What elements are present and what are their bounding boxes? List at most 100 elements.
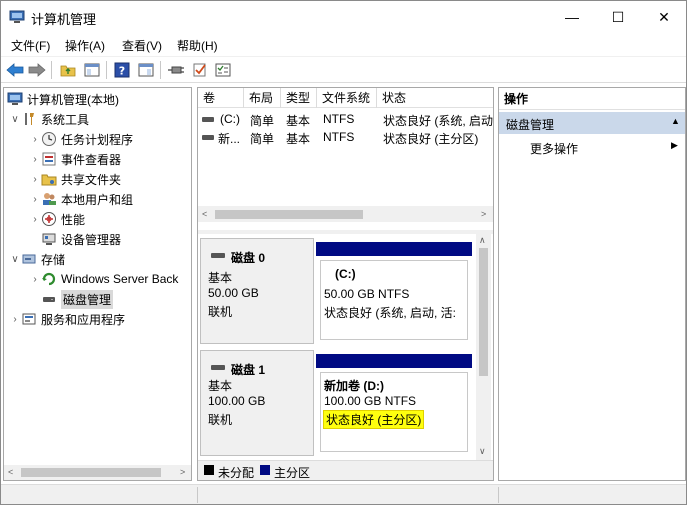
volume-layout: 简单	[250, 114, 275, 128]
tree-item-label: 磁盘管理	[61, 289, 114, 309]
column-header-volume[interactable]: 卷	[198, 88, 244, 108]
computer-management-icon	[9, 10, 25, 23]
expand-arrow-icon[interactable]: ›	[29, 194, 41, 205]
tree-item-services-applications[interactable]: › 服务和应用程序	[9, 309, 125, 329]
disk-icon	[211, 253, 225, 258]
menu-view[interactable]: 查看(V)	[122, 37, 162, 54]
volume-type: 基本	[286, 114, 311, 128]
expand-arrow-icon[interactable]: ›	[29, 174, 41, 185]
performance-icon	[42, 212, 56, 226]
shared-folder-icon	[41, 174, 57, 186]
status-separator	[498, 487, 499, 503]
show-hide-tree-button[interactable]	[82, 60, 102, 80]
users-icon	[43, 193, 56, 205]
disk-0-partition-c[interactable]: (C:) 50.00 GB NTFS 状态良好 (系统, 启动, 活:	[316, 238, 472, 344]
tree-item-system-tools[interactable]: ∨ 系统工具	[9, 109, 89, 129]
forward-button[interactable]	[27, 60, 47, 80]
tree-item-shared-folders[interactable]: › 共享文件夹	[29, 169, 121, 189]
volume-row[interactable]: (C:) 简单 基本 NTFS 状态良好 (系统, 启动	[198, 110, 493, 128]
expand-arrow-icon[interactable]: ›	[9, 314, 21, 325]
partition-details[interactable]: 新加卷 (D:) 100.00 GB NTFS 状态良好 (主分区)	[320, 372, 468, 452]
disk-1-label[interactable]: 磁盘 1 基本 100.00 GB 联机	[200, 350, 314, 456]
volume-layout: 简单	[250, 132, 275, 146]
disk-1-partition-d[interactable]: 新加卷 (D:) 100.00 GB NTFS 状态良好 (主分区)	[316, 350, 472, 456]
scroll-up-arrow-icon[interactable]: ∧	[479, 235, 486, 246]
scrollbar-thumb[interactable]	[479, 248, 488, 376]
tree-item-label: 存储	[41, 252, 66, 267]
scrollbar-thumb[interactable]	[215, 210, 363, 219]
tree-item-task-scheduler[interactable]: › 任务计划程序	[29, 129, 133, 149]
action-pane-button[interactable]	[136, 60, 156, 80]
action-more-actions[interactable]: 更多操作 ▶	[499, 136, 685, 158]
tree-item-device-manager[interactable]: 设备管理器	[41, 229, 121, 249]
tree-item-disk-management[interactable]: 磁盘管理	[41, 289, 114, 309]
tree-item-local-users-groups[interactable]: › 本地用户和组	[29, 189, 133, 209]
help-button[interactable]: ?	[112, 60, 132, 80]
scroll-right-arrow-icon[interactable]: >	[481, 209, 486, 219]
expand-arrow-icon[interactable]: ›	[29, 274, 41, 285]
tree-horizontal-scrollbar[interactable]: < >	[4, 465, 191, 480]
collapse-arrow-icon[interactable]: ∨	[9, 114, 21, 125]
tree-item-event-viewer[interactable]: › 事件查看器	[29, 149, 121, 169]
collapse-caret-icon[interactable]: ▲	[671, 116, 680, 126]
expand-arrow-icon[interactable]: ›	[29, 154, 41, 165]
disk-size: 50.00 GB	[208, 286, 259, 300]
up-level-button[interactable]	[58, 60, 78, 80]
toolbar-separator	[160, 61, 161, 79]
toolbar-separator	[106, 61, 107, 79]
column-header-status[interactable]: 状态	[377, 88, 493, 108]
check-button[interactable]	[190, 60, 210, 80]
properties-button[interactable]	[213, 60, 233, 80]
disk-type: 基本	[208, 379, 233, 393]
expand-arrow-icon[interactable]: ›	[29, 214, 41, 225]
scroll-left-arrow-icon[interactable]: <	[8, 467, 13, 477]
volume-list-horizontal-scrollbar[interactable]: < >	[198, 206, 493, 222]
close-button[interactable]: ✕	[641, 1, 686, 33]
computer-management-icon	[7, 92, 23, 105]
primary-partition-swatch	[260, 465, 270, 475]
column-header-type[interactable]: 类型	[281, 88, 317, 108]
scroll-right-arrow-icon[interactable]: >	[180, 467, 185, 477]
svg-text:?: ?	[119, 65, 125, 78]
actions-section-disk-management[interactable]: 磁盘管理 ▲	[499, 112, 685, 134]
toolbar: ?	[1, 56, 686, 83]
menu-file[interactable]: 文件(F)	[11, 37, 50, 54]
console-tree-pane: 计算机管理(本地) ∨ 系统工具 › 任务计划程序 › 事件查看器 › 共享文件…	[3, 87, 192, 481]
disk-view-vertical-scrollbar[interactable]: ∧ ∨	[476, 234, 491, 460]
scroll-left-arrow-icon[interactable]: <	[202, 209, 207, 219]
menu-action[interactable]: 操作(A)	[65, 37, 105, 54]
tree-item-label: 本地用户和组	[61, 192, 134, 207]
tree-item-storage[interactable]: ∨ 存储	[9, 249, 65, 269]
disk-management-icon	[43, 297, 55, 302]
column-header-filesystem[interactable]: 文件系统	[317, 88, 377, 108]
disk-state: 联机	[208, 413, 233, 427]
column-header-layout[interactable]: 布局	[244, 88, 281, 108]
scrollbar-thumb[interactable]	[21, 468, 161, 477]
collapse-arrow-icon[interactable]: ∨	[9, 254, 21, 265]
expand-arrow-icon[interactable]: ›	[29, 134, 41, 145]
disk-0-label[interactable]: 磁盘 0 基本 50.00 GB 联机	[200, 238, 314, 344]
tree-item-label: 事件查看器	[61, 152, 122, 167]
menu-bar: 文件(F) 操作(A) 查看(V) 帮助(H)	[1, 33, 686, 55]
connect-button[interactable]	[166, 60, 186, 80]
back-button[interactable]	[5, 60, 25, 80]
scroll-down-arrow-icon[interactable]: ∨	[479, 446, 486, 457]
title-bar[interactable]: 计算机管理 — ☐ ✕	[1, 1, 686, 33]
volume-row[interactable]: 新... 简单 基本 NTFS 状态良好 (主分区)	[198, 128, 493, 146]
volume-name: 新...	[218, 132, 241, 146]
partition-details[interactable]: (C:) 50.00 GB NTFS 状态良好 (系统, 启动, 活:	[320, 260, 468, 340]
event-viewer-icon	[42, 152, 56, 166]
partition-label: (C:)	[335, 267, 356, 281]
tree-item-windows-server-backup[interactable]: › Windows Server Back	[29, 269, 178, 289]
tree-item-performance[interactable]: › 性能	[29, 209, 85, 229]
window-title: 计算机管理	[31, 12, 97, 27]
clock-icon	[42, 132, 56, 146]
primary-partition-bar	[316, 354, 472, 368]
disk-state: 联机	[208, 305, 233, 319]
volume-icon	[202, 117, 214, 122]
minimize-button[interactable]: —	[549, 1, 595, 33]
maximize-button[interactable]: ☐	[595, 1, 641, 33]
tree-root[interactable]: 计算机管理(本地)	[7, 89, 119, 109]
submenu-arrow-icon: ▶	[671, 140, 678, 150]
menu-help[interactable]: 帮助(H)	[177, 37, 218, 54]
